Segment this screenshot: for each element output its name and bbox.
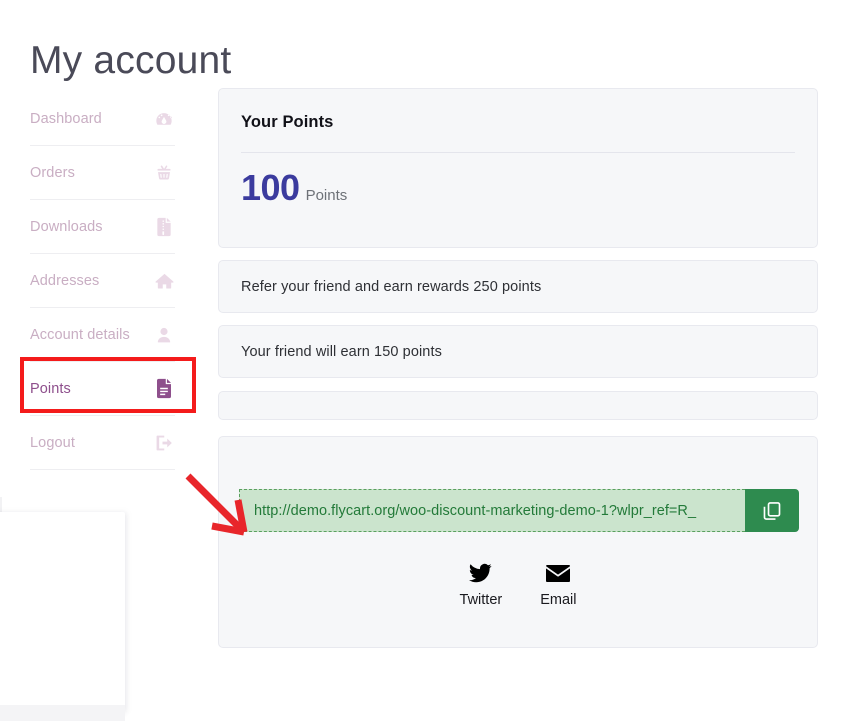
account-sidebar: Dashboard Orders Downloads Addresses — [30, 92, 175, 470]
share-targets-row: Twitter Email — [219, 561, 817, 608]
referral-share-card: http://demo.flycart.org/woo-discount-mar… — [218, 436, 818, 648]
dashboard-gauge-icon — [153, 108, 175, 130]
share-twitter-button[interactable]: Twitter — [460, 561, 503, 608]
shopping-basket-icon — [153, 162, 175, 184]
sidebar-item-label: Downloads — [30, 219, 103, 235]
file-download-icon — [153, 216, 175, 238]
sidebar-item-label: Points — [30, 381, 71, 397]
copy-referral-link-button[interactable] — [745, 489, 799, 532]
empty-card — [218, 391, 818, 420]
page-title: My account — [30, 40, 231, 83]
share-email-button[interactable]: Email — [540, 561, 576, 608]
sidebar-item-label: Dashboard — [30, 111, 102, 127]
your-points-title: Your Points — [241, 113, 795, 132]
background-panel-strip — [0, 705, 125, 721]
sidebar-item-label: Addresses — [30, 273, 99, 289]
sidebar-item-orders[interactable]: Orders — [30, 146, 175, 200]
sidebar-item-addresses[interactable]: Addresses — [30, 254, 175, 308]
sidebar-item-points[interactable]: Points — [30, 362, 175, 416]
friend-reward-card: Your friend will earn 150 points — [218, 325, 818, 378]
referral-link-row: http://demo.flycart.org/woo-discount-mar… — [239, 489, 799, 532]
background-panel — [0, 512, 125, 712]
sidebar-item-label: Account details — [30, 327, 130, 343]
points-value: 100 — [241, 170, 300, 206]
share-email-label: Email — [540, 592, 576, 608]
sidebar-item-logout[interactable]: Logout — [30, 416, 175, 470]
refer-friend-reward-card: Refer your friend and earn rewards 250 p… — [218, 260, 818, 313]
user-icon — [153, 324, 175, 346]
twitter-icon — [469, 561, 492, 585]
home-icon — [153, 270, 175, 292]
card-divider — [241, 152, 795, 153]
envelope-icon — [546, 561, 570, 585]
referral-link-text: http://demo.flycart.org/woo-discount-mar… — [254, 503, 696, 519]
points-unit-label: Points — [306, 187, 348, 204]
refer-friend-reward-text: Refer your friend and earn rewards 250 p… — [241, 279, 541, 295]
referral-link-field[interactable]: http://demo.flycart.org/woo-discount-mar… — [239, 489, 745, 532]
sidebar-item-dashboard[interactable]: Dashboard — [30, 92, 175, 146]
points-main-content: Your Points 100 Points Refer your friend… — [218, 88, 818, 648]
sidebar-item-account-details[interactable]: Account details — [30, 308, 175, 362]
your-points-card: Your Points 100 Points — [218, 88, 818, 248]
document-icon — [153, 378, 175, 400]
copy-icon — [761, 500, 783, 522]
sign-out-icon — [153, 432, 175, 454]
share-twitter-label: Twitter — [460, 592, 503, 608]
sidebar-item-downloads[interactable]: Downloads — [30, 200, 175, 254]
points-value-row: 100 Points — [241, 170, 795, 206]
friend-reward-text: Your friend will earn 150 points — [241, 344, 442, 360]
sidebar-item-label: Orders — [30, 165, 75, 181]
sidebar-item-label: Logout — [30, 435, 75, 451]
